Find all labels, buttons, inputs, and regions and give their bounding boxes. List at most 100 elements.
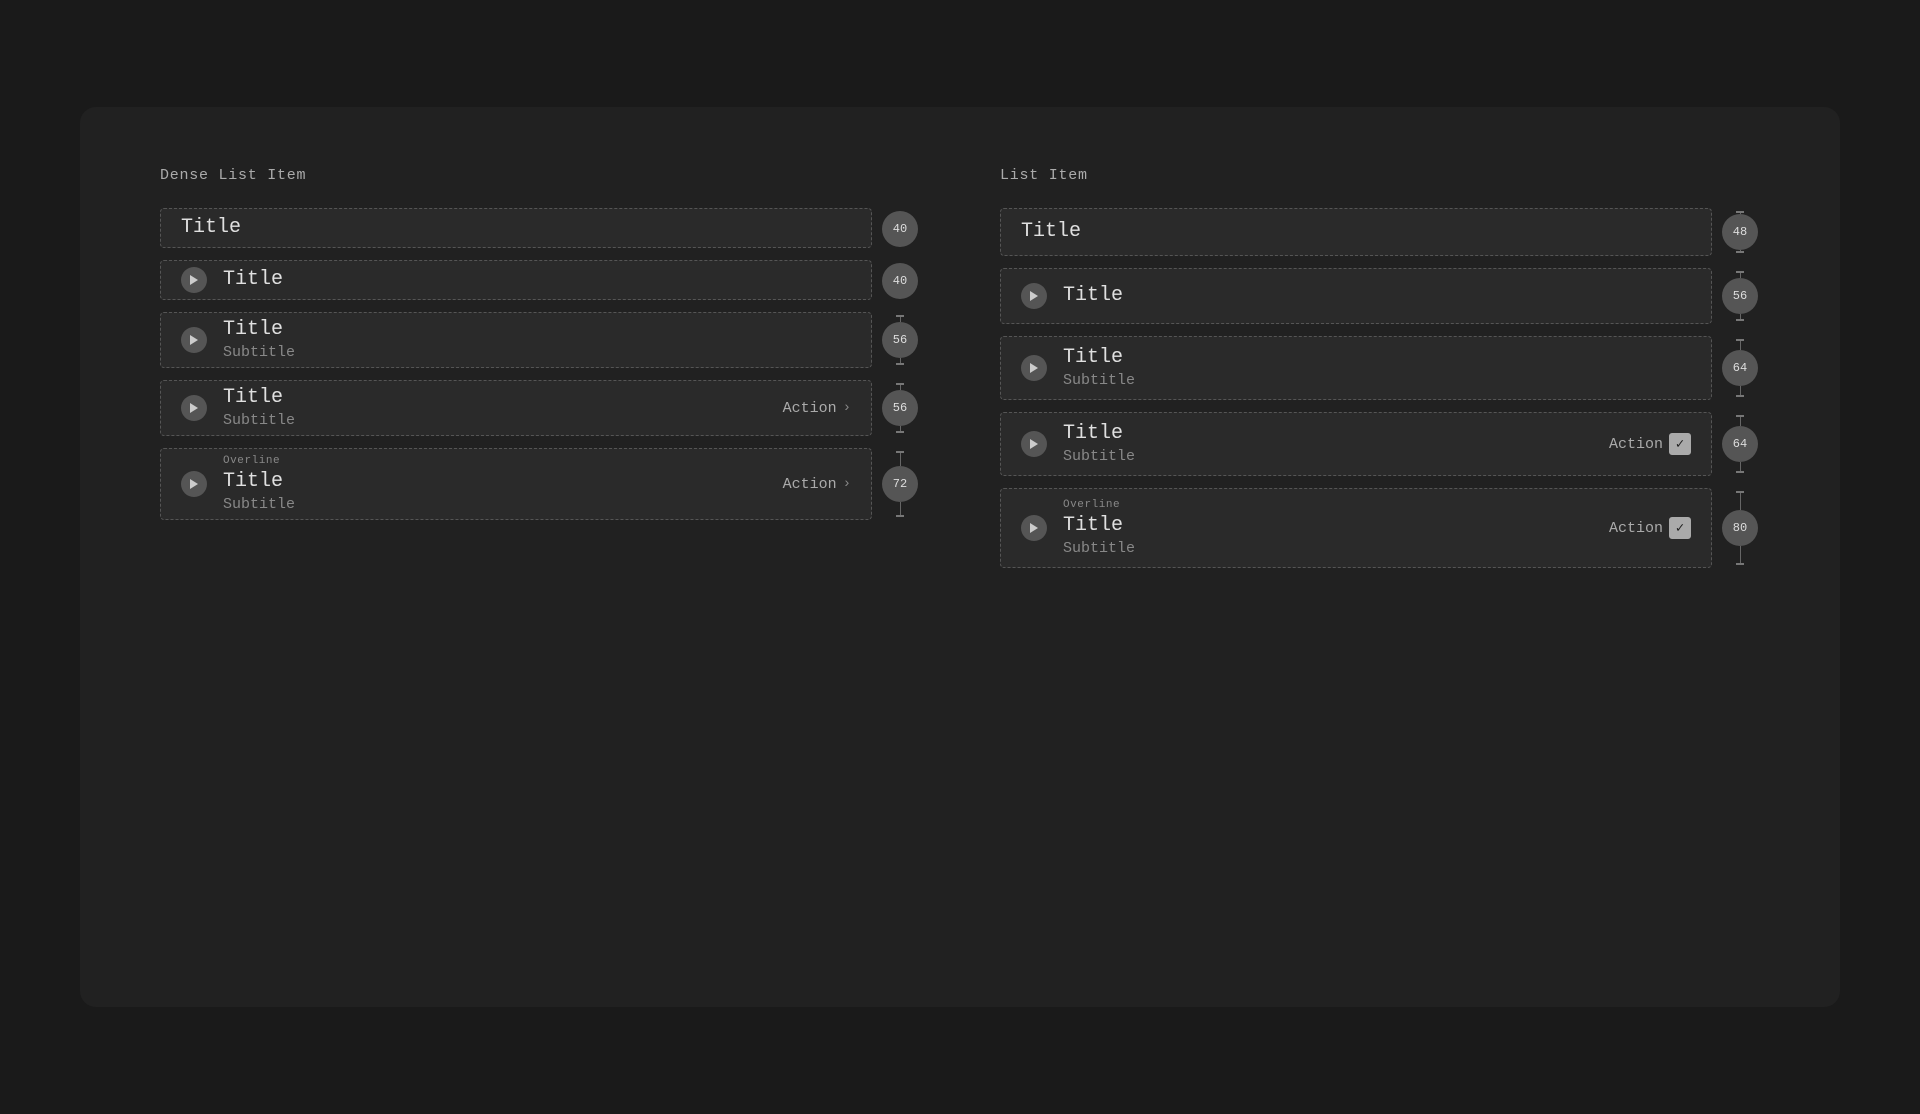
v-line — [1740, 546, 1741, 563]
tick-bottom — [1736, 251, 1744, 253]
regular-item-4-action[interactable]: Action — [1609, 433, 1691, 455]
regular-item-1-height: 48 — [1720, 208, 1760, 256]
dense-list-column: Dense List Item Title 40 — [160, 167, 920, 947]
height-badge: 40 — [882, 211, 918, 247]
regular-item-4: Title Subtitle Action 64 — [1000, 412, 1760, 476]
regular-item-5: Overline Title Subtitle Action 80 — [1000, 488, 1760, 568]
play-icon — [1021, 355, 1047, 381]
v-line — [900, 453, 901, 466]
v-line — [1740, 386, 1741, 395]
tick-bottom — [896, 363, 904, 365]
dense-item-3-text: Title Subtitle — [223, 317, 851, 363]
regular-item-5-text: Overline Title Subtitle — [1063, 498, 1593, 559]
regular-item-2-text: Title — [1063, 283, 1691, 309]
dense-item-2: Title 40 — [160, 260, 920, 300]
height-badge: 56 — [882, 322, 918, 358]
regular-item-3-text: Title Subtitle — [1063, 345, 1691, 391]
play-icon — [181, 395, 207, 421]
dense-item-3-subtitle: Subtitle — [223, 343, 851, 363]
regular-items-container: Title 48 Title — [1000, 208, 1760, 568]
action-label: Action — [783, 476, 837, 493]
dense-item-5-subtitle: Subtitle — [223, 495, 767, 515]
dense-item-4-title: Title — [223, 385, 767, 411]
dense-item-5: Overline Title Subtitle Action › 72 — [160, 448, 920, 520]
checkbox-icon[interactable] — [1669, 517, 1691, 539]
dense-item-1-box[interactable]: Title — [160, 208, 872, 248]
dense-item-2-height: 40 — [880, 260, 920, 300]
dense-item-4-text: Title Subtitle — [223, 385, 767, 431]
regular-item-5-overline: Overline — [1063, 498, 1593, 513]
tick-bottom — [896, 515, 904, 517]
dense-item-2-box[interactable]: Title — [160, 260, 872, 300]
v-line — [900, 502, 901, 515]
regular-item-4-box[interactable]: Title Subtitle Action — [1000, 412, 1712, 476]
dense-item-2-text: Title — [223, 267, 851, 293]
v-line — [1740, 417, 1741, 426]
regular-item-5-subtitle: Subtitle — [1063, 539, 1593, 559]
dense-item-4: Title Subtitle Action › 56 — [160, 380, 920, 436]
regular-item-1-text: Title — [1021, 219, 1691, 245]
chevron-right-icon: › — [843, 400, 851, 416]
dense-item-5-height: 72 — [880, 448, 920, 520]
tick-bottom — [1736, 563, 1744, 565]
height-badge: 48 — [1722, 214, 1758, 250]
v-line — [1740, 462, 1741, 471]
regular-item-5-title: Title — [1063, 513, 1593, 539]
action-label: Action — [1609, 436, 1663, 453]
height-badge: 56 — [882, 390, 918, 426]
height-badge: 64 — [1722, 426, 1758, 462]
height-badge: 56 — [1722, 278, 1758, 314]
regular-item-4-height: 64 — [1720, 412, 1760, 476]
dense-column-title: Dense List Item — [160, 167, 920, 184]
regular-item-1: Title 48 — [1000, 208, 1760, 256]
tick-bottom — [896, 431, 904, 433]
play-icon — [181, 471, 207, 497]
regular-item-5-box[interactable]: Overline Title Subtitle Action — [1000, 488, 1712, 568]
dense-item-4-height: 56 — [880, 380, 920, 436]
regular-column-title: List Item — [1000, 167, 1760, 184]
regular-item-3: Title Subtitle 64 — [1000, 336, 1760, 400]
dense-items-container: Title 40 Title — [160, 208, 920, 520]
dense-item-5-text: Overline Title Subtitle — [223, 454, 767, 515]
tick-bottom — [1736, 319, 1744, 321]
regular-item-3-subtitle: Subtitle — [1063, 371, 1691, 391]
regular-item-5-action[interactable]: Action — [1609, 517, 1691, 539]
dense-item-3-title: Title — [223, 317, 851, 343]
regular-item-2-title: Title — [1063, 283, 1691, 309]
checkbox-icon[interactable] — [1669, 433, 1691, 455]
dense-item-1-text: Title — [181, 215, 851, 241]
dense-item-5-title: Title — [223, 469, 767, 495]
dense-item-5-overline: Overline — [223, 454, 767, 469]
regular-item-3-height: 64 — [1720, 336, 1760, 400]
chevron-right-icon: › — [843, 476, 851, 492]
play-icon — [181, 327, 207, 353]
dense-item-3: Title Subtitle 56 — [160, 312, 920, 368]
height-badge: 40 — [882, 263, 918, 299]
play-icon — [1021, 283, 1047, 309]
dense-item-4-subtitle: Subtitle — [223, 411, 767, 431]
regular-item-4-subtitle: Subtitle — [1063, 447, 1593, 467]
height-badge: 80 — [1722, 510, 1758, 546]
dense-item-1: Title 40 — [160, 208, 920, 248]
action-label: Action — [783, 400, 837, 417]
regular-item-3-title: Title — [1063, 345, 1691, 371]
dense-item-4-action[interactable]: Action › — [783, 400, 851, 417]
height-badge: 72 — [882, 466, 918, 502]
v-line — [1740, 341, 1741, 350]
dense-item-3-height: 56 — [880, 312, 920, 368]
dense-item-4-box[interactable]: Title Subtitle Action › — [160, 380, 872, 436]
play-icon — [1021, 431, 1047, 457]
regular-item-3-box[interactable]: Title Subtitle — [1000, 336, 1712, 400]
regular-item-2-box[interactable]: Title — [1000, 268, 1712, 324]
dense-item-3-box[interactable]: Title Subtitle — [160, 312, 872, 368]
play-icon — [181, 267, 207, 293]
tick-bottom — [1736, 395, 1744, 397]
play-icon — [1021, 515, 1047, 541]
dense-item-1-height: 40 — [880, 208, 920, 248]
regular-item-1-title: Title — [1021, 219, 1691, 245]
dense-item-5-box[interactable]: Overline Title Subtitle Action › — [160, 448, 872, 520]
regular-item-4-title: Title — [1063, 421, 1593, 447]
v-line — [1740, 493, 1741, 510]
regular-item-1-box[interactable]: Title — [1000, 208, 1712, 256]
dense-item-5-action[interactable]: Action › — [783, 476, 851, 493]
